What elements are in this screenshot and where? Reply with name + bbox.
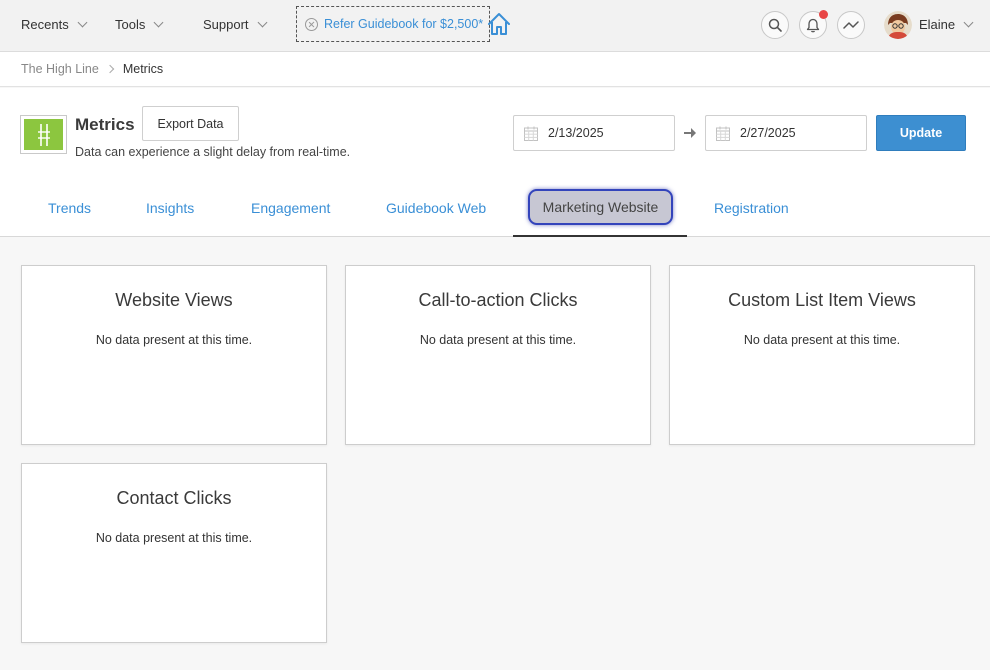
refer-guidebook-banner[interactable]: Refer Guidebook for $2,500* (296, 6, 490, 42)
breadcrumb-current: Metrics (122, 62, 164, 76)
start-date-field[interactable]: 2/13/2025 (513, 115, 675, 151)
call-to-action-clicks-card: Call-to-action Clicks No data present at… (345, 265, 651, 445)
avatar[interactable] (884, 11, 912, 39)
nav-support-label: Support (203, 17, 249, 32)
metrics-header: Metrics Export Data Data can experience … (0, 88, 990, 237)
chevron-down-icon (963, 17, 974, 28)
card-title: Website Views (115, 290, 233, 310)
calendar-icon (524, 126, 538, 141)
contact-clicks-card: Contact Clicks No data present at this t… (21, 463, 327, 643)
empty-message: No data present at this time. (95, 531, 253, 545)
close-icon[interactable] (305, 17, 318, 31)
empty-message: No data present at this time. (419, 333, 577, 347)
page-subtitle: Data can experience a slight delay from … (75, 145, 351, 159)
activity-icon (843, 21, 859, 29)
nav-support[interactable]: Support (203, 17, 267, 32)
tab-marketing-website-label: Marketing Website (542, 199, 659, 215)
card-title: Contact Clicks (116, 488, 232, 508)
nav-recents-label: Recents (21, 17, 69, 32)
empty-message: No data present at this time. (743, 333, 901, 347)
logo-icon (37, 123, 50, 146)
custom-list-item-views-card: Custom List Item Views No data present a… (669, 265, 975, 445)
chevron-down-icon (257, 17, 267, 28)
tab-engagement[interactable]: Engagement (251, 200, 330, 216)
end-date-field[interactable]: 2/27/2025 (705, 115, 867, 151)
tab-trends[interactable]: Trends (48, 200, 91, 216)
chevron-down-icon (77, 17, 88, 28)
arrow-right-icon (684, 128, 696, 138)
user-name: Elaine (919, 17, 956, 32)
website-views-card: Website Views No data present at this ti… (21, 265, 327, 445)
tab-insights[interactable]: Insights (146, 200, 194, 216)
top-navigation-bar: Recents Tools Support Refer Guidebook fo… (0, 0, 990, 52)
search-button[interactable] (761, 11, 789, 39)
refer-label: Refer Guidebook for $2,500* (324, 17, 484, 31)
tab-marketing-website[interactable]: Marketing Website (528, 189, 673, 225)
user-menu[interactable]: Elaine (919, 17, 974, 32)
nav-tools[interactable]: Tools (115, 17, 164, 32)
card-title: Custom List Item Views (728, 290, 916, 310)
update-button[interactable]: Update (876, 115, 966, 151)
activity-button[interactable] (837, 11, 865, 39)
nav-recents[interactable]: Recents (21, 17, 88, 32)
empty-message: No data present at this time. (95, 333, 253, 347)
tab-registration[interactable]: Registration (714, 200, 789, 216)
active-tab-indicator (513, 235, 687, 237)
notifications-button[interactable] (799, 10, 828, 39)
chevron-down-icon (153, 17, 164, 28)
start-date-value: 2/13/2025 (548, 126, 604, 140)
user-avatar-icon (884, 11, 912, 39)
breadcrumb: The High Line Metrics (0, 52, 990, 87)
app-logo (20, 115, 67, 154)
home-icon[interactable] (486, 11, 512, 37)
calendar-icon (716, 126, 730, 141)
notification-badge (819, 10, 828, 19)
export-data-button[interactable]: Export Data (142, 106, 239, 141)
card-title: Call-to-action Clicks (418, 290, 578, 310)
bell-icon (806, 18, 820, 32)
search-icon (768, 18, 782, 32)
end-date-value: 2/27/2025 (740, 126, 796, 140)
page-title: Metrics (75, 115, 135, 134)
nav-tools-label: Tools (115, 17, 146, 32)
chevron-right-icon (105, 64, 115, 74)
tab-guidebook-web[interactable]: Guidebook Web (386, 200, 486, 216)
breadcrumb-parent[interactable]: The High Line (21, 62, 99, 76)
